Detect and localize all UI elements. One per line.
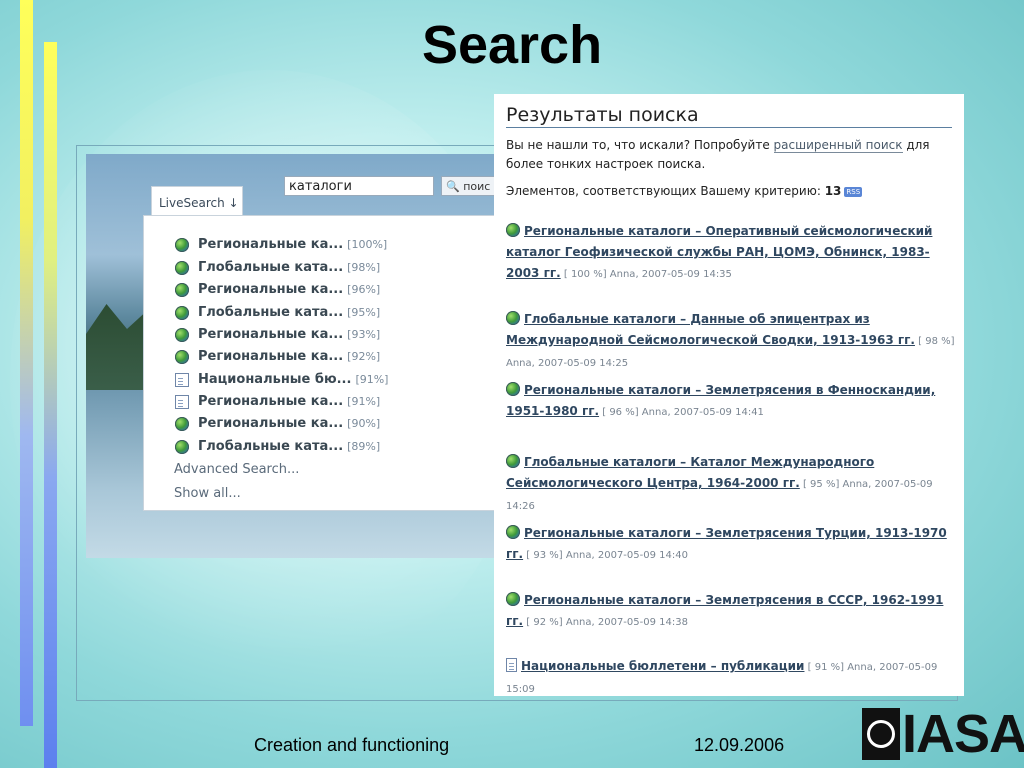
livesearch-item-score: [92%]: [347, 350, 381, 363]
livesearch-item-score: [93%]: [347, 328, 381, 341]
result-item: Национальные бюллетени – публикации [ 91…: [506, 656, 956, 700]
result-item: Глобальные каталоги – Каталог Международ…: [506, 452, 956, 517]
slide-title: Search: [421, 15, 603, 75]
livesearch-item-score: [98%]: [347, 261, 381, 274]
search-input[interactable]: каталоги: [284, 176, 434, 196]
results-count: Элементов, соответствующих Вашему критер…: [506, 184, 863, 198]
globe-icon: [175, 328, 189, 342]
footer-date: 12.09.2006: [694, 735, 785, 755]
livesearch-item-label: Региональные ка...: [198, 237, 344, 252]
livesearch-item-label: Региональные ка...: [198, 394, 344, 409]
document-icon: [506, 658, 517, 672]
search-button-label: поис: [463, 180, 491, 193]
livesearch-item-score: [91%]: [355, 373, 389, 386]
result-item: Региональные каталоги – Оперативный сейс…: [506, 221, 956, 285]
advanced-search-link[interactable]: расширенный поиск: [773, 138, 903, 153]
result-item: Региональные каталоги – Землетрясения Ту…: [506, 523, 956, 566]
iasa-logo: IASA: [862, 704, 1024, 764]
show-all-link[interactable]: Show all...: [174, 486, 241, 501]
advanced-search-link[interactable]: Advanced Search...: [174, 462, 299, 477]
footer-caption: Creation and functioning: [254, 735, 450, 755]
livesearch-item-label: Глобальные ката...: [198, 260, 344, 275]
livesearch-item-label: Глобальные ката...: [198, 439, 344, 454]
globe-icon: [175, 350, 189, 364]
results-intro: Вы не нашли то, что искали? Попробуйте р…: [506, 138, 930, 171]
globe-icon: [506, 525, 520, 539]
result-item: Региональные каталоги – Землетрясения в …: [506, 380, 956, 423]
livesearch-item-label: Региональные ка...: [198, 327, 344, 342]
search-icon: 🔍: [446, 180, 460, 193]
document-icon: [175, 395, 189, 409]
globe-icon: [175, 238, 189, 252]
result-meta: [ 93 %] Anna, 2007-05-09 14:40: [523, 550, 688, 561]
logo-wordmark: IASA: [902, 704, 1024, 764]
globe-icon: [506, 454, 520, 468]
livesearch-item-label: Глобальные ката...: [198, 305, 344, 320]
globe-icon: [175, 440, 189, 454]
globe-icon: [175, 261, 189, 275]
globe-icon: [175, 283, 189, 297]
search-button[interactable]: 🔍 поис: [441, 176, 496, 196]
livesearch-item-label: Региональные ка...: [198, 349, 344, 364]
result-title-link[interactable]: Национальные бюллетени – публикации: [521, 659, 804, 673]
results-count-value: 13: [824, 184, 842, 198]
result-item: Региональные каталоги – Землетрясения в …: [506, 590, 956, 633]
livesearch-item-label: Региональные ка...: [198, 416, 344, 431]
logo-emblem-icon: [862, 708, 900, 760]
globe-icon: [506, 223, 520, 237]
globe-icon: [175, 417, 189, 431]
document-icon: [175, 373, 189, 387]
livesearch-item-score: [96%]: [347, 283, 381, 296]
globe-icon: [506, 592, 520, 606]
result-meta: [ 92 %] Anna, 2007-05-09 14:38: [523, 617, 688, 628]
result-meta: [ 100 %] Anna, 2007-05-09 14:35: [560, 269, 732, 280]
decorative-bar-left: [20, 0, 33, 726]
livesearch-item-label: Национальные бю...: [198, 372, 352, 387]
decorative-bar-right: [44, 42, 57, 768]
result-item: Глобальные каталоги – Данные об эпицентр…: [506, 309, 956, 374]
search-results-panel: Результаты поиска Вы не нашли то, что ис…: [494, 94, 964, 696]
livesearch-item-score: [100%]: [347, 238, 388, 251]
livesearch-item-score: [90%]: [347, 417, 381, 430]
globe-icon: [175, 306, 189, 320]
results-title: Результаты поиска: [506, 104, 699, 126]
livesearch-dropdown: Региональные ка... [100%] Глобальные ката…: [143, 215, 496, 511]
result-title-link[interactable]: Глобальные каталоги – Данные об эпицентр…: [506, 312, 915, 347]
rss-icon[interactable]: RSS: [844, 186, 863, 197]
result-meta: [ 96 %] Anna, 2007-05-09 14:41: [599, 407, 764, 418]
globe-icon: [506, 311, 520, 325]
livesearch-item-score: [95%]: [347, 306, 381, 319]
livesearch-tab[interactable]: LiveSearch ↓: [151, 186, 243, 216]
livesearch-item-label: Региональные ка...: [198, 282, 344, 297]
results-title-divider: [506, 127, 952, 128]
globe-icon: [506, 382, 520, 396]
livesearch-item-score: [91%]: [347, 395, 381, 408]
livesearch-item-score: [89%]: [347, 440, 381, 453]
